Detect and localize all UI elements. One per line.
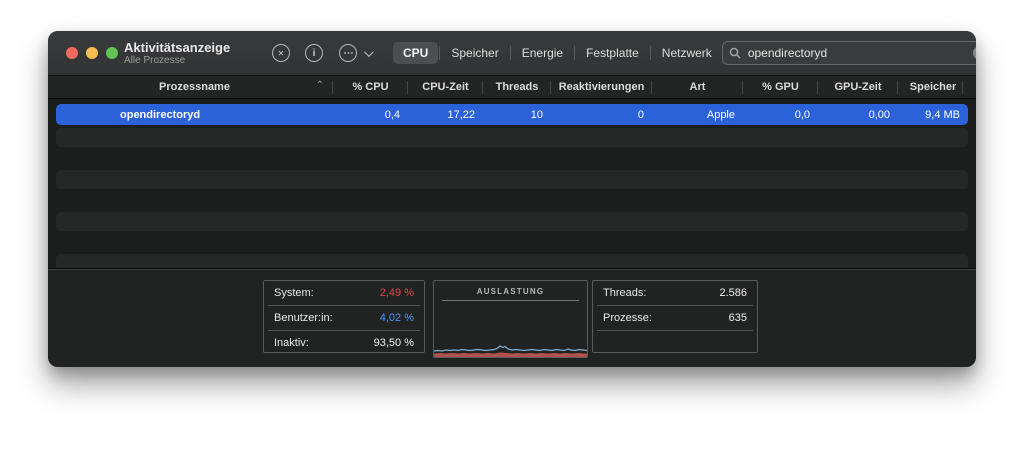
cpu-usage-graph xyxy=(434,345,587,357)
tab-separator xyxy=(649,46,651,60)
stat-value: 4,02 % xyxy=(379,312,414,324)
cell-art: Apple xyxy=(706,108,735,121)
stat-row-inaktiv: Inaktiv: 93,50 % xyxy=(268,331,420,355)
minimize-window-button[interactable] xyxy=(86,47,98,59)
window-subtitle: Alle Prozesse xyxy=(124,54,186,66)
empty-row-stripe xyxy=(56,254,968,268)
stat-label: Threads: xyxy=(603,287,647,299)
tab-energie[interactable]: Energie xyxy=(512,42,573,64)
clear-search-button[interactable]: ✕ xyxy=(972,46,976,60)
process-stats-box: Threads: 2.586 Prozesse: 635 xyxy=(592,280,758,353)
empty-row-stripe xyxy=(56,128,968,147)
column-header-reaktivierungen[interactable]: Reaktivierungen xyxy=(551,76,652,98)
stat-value: 635 xyxy=(728,312,747,324)
cpu-load-box: System: 2,49 % Benutzer:in: 4,02 % Inakt… xyxy=(263,280,425,353)
search-icon xyxy=(729,47,741,59)
tab-speicher[interactable]: Speicher xyxy=(441,42,508,64)
toolbar-actions: ✕ i ⋯ xyxy=(272,44,374,62)
graph-divider xyxy=(442,300,579,301)
ellipsis-icon: ⋯ xyxy=(343,47,354,59)
column-header-gpu-zeit[interactable]: GPU-Zeit xyxy=(818,76,898,98)
table-header: Prozessname ⌃ % CPU CPU-Zeit Threads Rea… xyxy=(48,76,976,99)
column-header-cpu[interactable]: % CPU xyxy=(333,76,408,98)
cell-cpu-zeit: 17,22 xyxy=(447,108,475,121)
inspect-process-button[interactable]: i xyxy=(305,44,323,62)
column-header-prozessname[interactable]: Prozessname ⌃ xyxy=(56,76,333,98)
tab-separator xyxy=(439,46,441,60)
cell-threads: 10 xyxy=(530,108,543,121)
tab-separator xyxy=(509,46,511,60)
stat-value: 2,49 % xyxy=(379,287,414,299)
column-header-speicher[interactable]: Speicher xyxy=(898,76,968,98)
stat-row-system: System: 2,49 % xyxy=(268,281,420,306)
empty-row-stripe xyxy=(56,212,968,231)
view-tabs: CPU Speicher Energie Festplatte Netzwerk xyxy=(393,42,722,64)
stat-value: 93,50 % xyxy=(373,337,414,349)
more-options-button[interactable]: ⋯ xyxy=(339,44,357,62)
cell-speicher: 9,4 MB xyxy=(925,108,960,121)
activity-monitor-window: Aktivitätsanzeige Alle Prozesse ✕ i ⋯ CP… xyxy=(48,31,976,367)
stat-value: 2.586 xyxy=(719,287,747,299)
chevron-down-icon[interactable] xyxy=(363,46,374,57)
tab-separator xyxy=(574,46,576,60)
cell-gpu: 0,0 xyxy=(794,108,810,121)
tab-cpu[interactable]: CPU xyxy=(393,42,439,64)
cpu-summary-panel: System: 2,49 % Benutzer:in: 4,02 % Inakt… xyxy=(48,269,976,367)
column-header-cpu-zeit[interactable]: CPU-Zeit xyxy=(408,76,483,98)
quit-process-icon: ✕ xyxy=(277,48,285,58)
window-title: Aktivitätsanzeige xyxy=(124,39,231,55)
sort-ascending-icon: ⌃ xyxy=(315,80,324,91)
stat-label: Prozesse: xyxy=(603,312,652,324)
stat-row-prozesse: Prozesse: 635 xyxy=(597,306,753,331)
cpu-usage-graph-box: AUSLASTUNG xyxy=(433,280,588,358)
user-load-series xyxy=(434,345,587,352)
close-window-button[interactable] xyxy=(66,47,78,59)
search-field[interactable]: ✕ xyxy=(721,41,976,65)
stat-row-threads: Threads: 2.586 xyxy=(597,281,753,306)
system-load-series xyxy=(434,352,587,357)
stat-label: Benutzer:in: xyxy=(274,312,333,324)
cell-gpu-zeit: 0,00 xyxy=(868,108,890,121)
stat-label: System: xyxy=(274,287,314,299)
fullscreen-window-button[interactable] xyxy=(106,47,118,59)
empty-row-stripe xyxy=(56,170,968,189)
column-header-art[interactable]: Art xyxy=(652,76,743,98)
tab-festplatte[interactable]: Festplatte xyxy=(576,42,649,64)
graph-title: AUSLASTUNG xyxy=(476,287,545,296)
stat-row-benutzer: Benutzer:in: 4,02 % xyxy=(268,306,420,331)
stat-label: Inaktiv: xyxy=(274,337,309,349)
cell-prozessname: opendirectoryd xyxy=(120,108,201,121)
title-block: Aktivitätsanzeige Alle Prozesse xyxy=(124,40,256,67)
titlebar: Aktivitätsanzeige Alle Prozesse ✕ i ⋯ CP… xyxy=(48,31,976,76)
window-controls xyxy=(66,47,118,59)
info-icon: i xyxy=(312,47,316,59)
table-row-selected[interactable]: opendirectoryd 0,4 17,22 10 0 Apple 0,0 … xyxy=(56,104,968,125)
search-input[interactable] xyxy=(745,45,973,61)
process-table-body[interactable]: opendirectoryd 0,4 17,22 10 0 Apple 0,0 … xyxy=(48,99,976,269)
column-header-threads[interactable]: Threads xyxy=(483,76,551,98)
quit-process-button[interactable]: ✕ xyxy=(272,44,290,62)
cell-cpu: 0,4 xyxy=(384,108,400,121)
cell-reaktivierungen: 0 xyxy=(637,108,644,121)
column-header-gpu[interactable]: % GPU xyxy=(743,76,818,98)
tab-netzwerk[interactable]: Netzwerk xyxy=(652,42,722,64)
